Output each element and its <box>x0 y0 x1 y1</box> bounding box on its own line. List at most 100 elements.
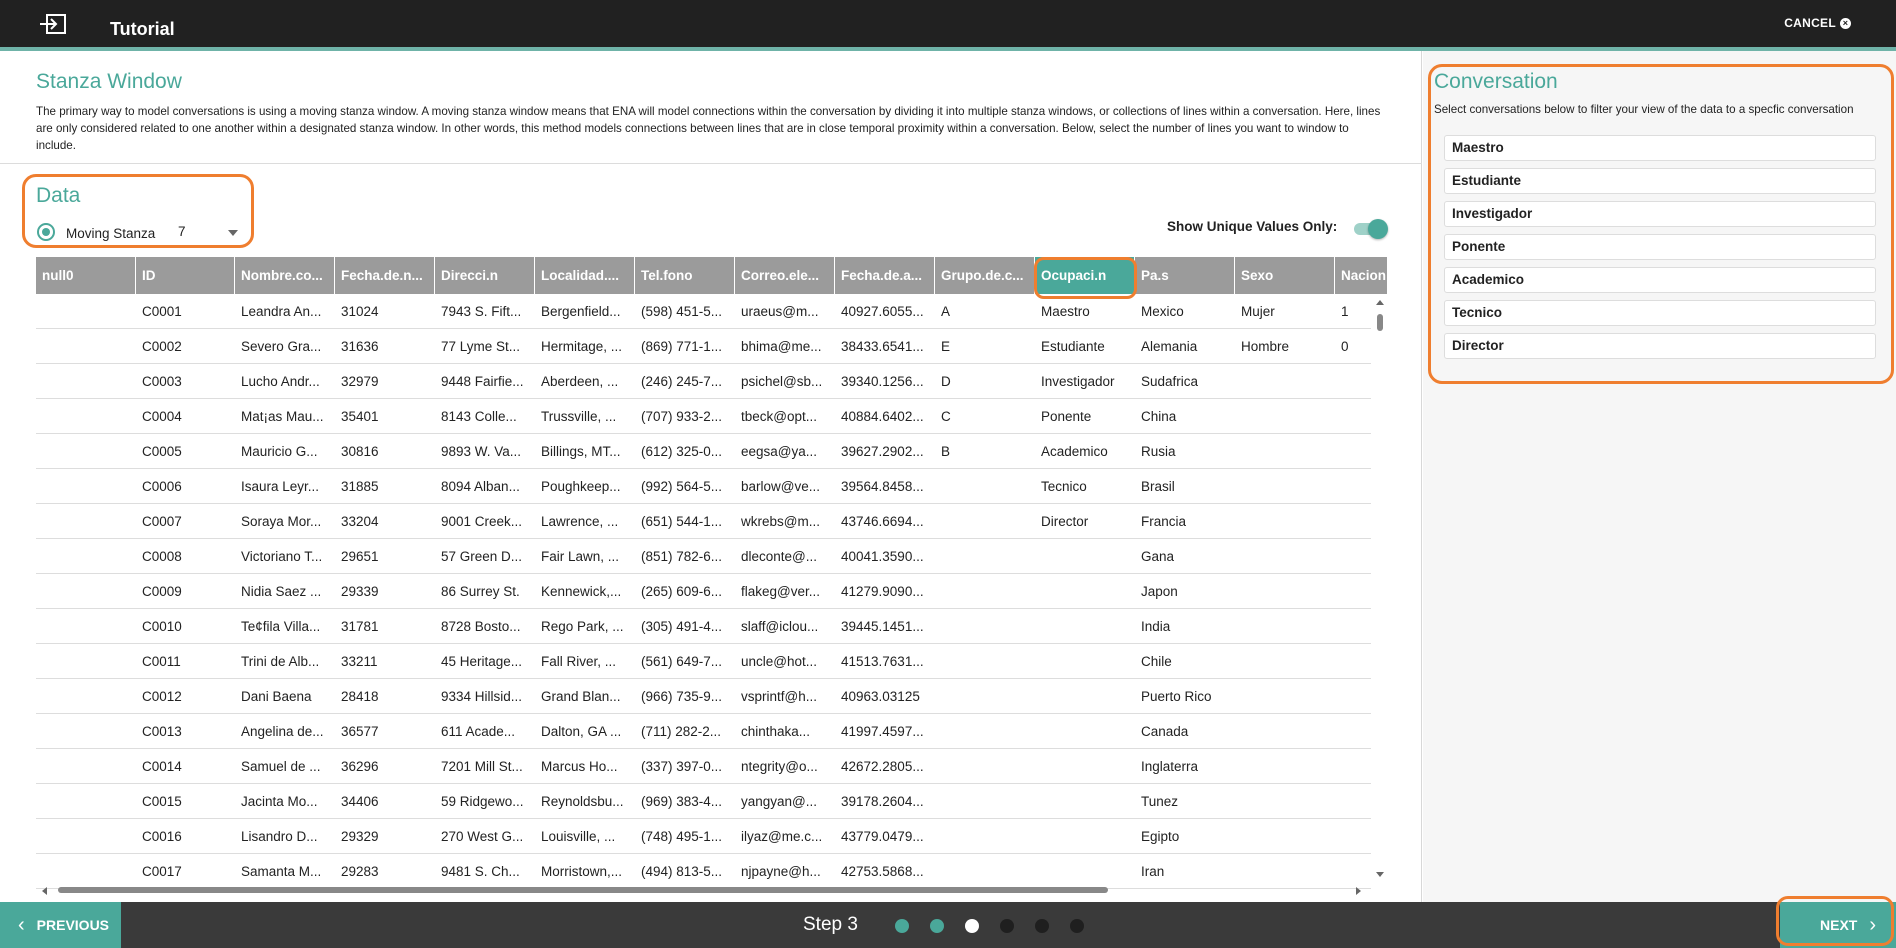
table-cell <box>36 679 136 714</box>
conversation-item-ponente[interactable]: Ponente <box>1444 234 1876 260</box>
table-cell <box>1035 539 1135 574</box>
conversation-item-director[interactable]: Director <box>1444 333 1876 359</box>
column-header-fecha-de-n[interactable]: Fecha.de.n... <box>335 257 435 294</box>
step-dot-6[interactable] <box>1070 919 1084 933</box>
table-cell: 33204 <box>341 514 379 529</box>
column-header-nombre-co[interactable]: Nombre.co... <box>235 257 335 294</box>
vertical-scroll-thumb[interactable] <box>1377 314 1383 331</box>
step-dot-5[interactable] <box>1035 919 1049 933</box>
table-cell <box>935 679 1035 714</box>
table-row[interactable]: C0008 Victoriano T... 29651 57 Green D... Fa… <box>36 539 1371 574</box>
column-header-correo-ele[interactable]: Correo.ele... <box>735 257 835 294</box>
column-header-grupo-de-c[interactable]: Grupo.de.c... <box>935 257 1035 294</box>
table-cell <box>36 644 136 679</box>
window-size-select[interactable]: 7 <box>178 223 240 243</box>
toggle-knob <box>1368 219 1388 239</box>
previous-button[interactable]: ‹ PREVIOUS <box>0 902 121 948</box>
table-cell: Mexico <box>1141 304 1184 319</box>
column-header-direcci-n[interactable]: Direcci.n <box>435 257 535 294</box>
table-cell <box>1035 714 1135 749</box>
scroll-left-icon[interactable] <box>42 887 47 895</box>
column-header-ocupaci-n[interactable]: Ocupaci.n <box>1035 257 1135 294</box>
table-row[interactable]: C0012 Dani Baena 28418 9334 Hillsid... Grand… <box>36 679 1371 714</box>
table-cell: chinthaka... <box>741 724 811 739</box>
table-row[interactable]: C0009 Nidia Saez ... 29339 86 Surrey St. Ken… <box>36 574 1371 609</box>
moving-stanza-radio[interactable] <box>37 223 55 241</box>
table-row[interactable]: C0004 Mat¡as Mau... 35401 8143 Colle... Trus… <box>36 399 1371 434</box>
table-row[interactable]: C0002 Severo Gra... 31636 77 Lyme St... Herm… <box>36 329 1371 364</box>
step-dot-3[interactable] <box>965 919 979 933</box>
table-cell: Gana <box>1141 549 1175 564</box>
table-row[interactable]: C0014 Samuel de ... 36296 7201 Mill St... Ma… <box>36 749 1371 784</box>
column-header-nacion[interactable]: Nacion <box>1335 257 1387 294</box>
table-row[interactable]: C0010 Te¢fila Villa... 31781 8728 Bosto... R… <box>36 609 1371 644</box>
table-cell <box>1035 609 1135 644</box>
table-cell: (598) 451-5... <box>641 304 723 319</box>
table-cell: (969) 383-4... <box>641 794 723 809</box>
table-cell: 77 Lyme St... <box>441 339 521 354</box>
table-cell: C0003 <box>142 374 182 389</box>
unique-values-toggle[interactable] <box>1352 219 1388 239</box>
table-cell: 41513.7631... <box>841 654 924 669</box>
table-row[interactable]: C0005 Mauricio G... 30816 9893 W. Va... Bill… <box>36 434 1371 469</box>
cancel-button[interactable]: CANCEL × <box>1784 16 1851 30</box>
table-cell: 30816 <box>341 444 379 459</box>
table-row[interactable]: C0003 Lucho Andr... 32979 9448 Fairfie... Ab… <box>36 364 1371 399</box>
step-dot-2[interactable] <box>930 919 944 933</box>
conversation-item-maestro[interactable]: Maestro <box>1444 135 1876 161</box>
conversation-item-academico[interactable]: Academico <box>1444 267 1876 293</box>
table-row[interactable]: C0011 Trini de Alb... 33211 45 Heritage... F… <box>36 644 1371 679</box>
table-cell: 31636 <box>341 339 379 354</box>
conversation-item-investigador[interactable]: Investigador <box>1444 201 1876 227</box>
exit-icon[interactable] <box>40 14 66 34</box>
scroll-down-icon[interactable] <box>1376 872 1384 877</box>
table-cell <box>935 749 1035 784</box>
table-cell: 8143 Colle... <box>441 409 517 424</box>
table-cell: 38433.6541... <box>841 339 924 354</box>
conversation-title: Conversation <box>1434 70 1558 93</box>
column-header-id[interactable]: ID <box>136 257 235 294</box>
column-header-sexo[interactable]: Sexo <box>1235 257 1335 294</box>
step-dot-4[interactable] <box>1000 919 1014 933</box>
table-row[interactable]: C0013 Angelina de... 36577 611 Acade... Dalt… <box>36 714 1371 749</box>
table-cell: 8094 Alban... <box>441 479 520 494</box>
conversation-item-estudiante[interactable]: Estudiante <box>1444 168 1876 194</box>
table-cell: A <box>941 304 951 319</box>
horizontal-scrollbar[interactable] <box>36 884 1371 896</box>
horizontal-scroll-thumb[interactable] <box>58 887 1108 893</box>
table-cell: C0015 <box>142 794 182 809</box>
table-cell: Nidia Saez ... <box>241 584 322 599</box>
scroll-up-icon[interactable] <box>1376 300 1384 305</box>
column-header-tel-fono[interactable]: Tel.fono <box>635 257 735 294</box>
table-row[interactable]: C0001 Leandra An... 31024 7943 S. Fift... Be… <box>36 294 1371 329</box>
scroll-right-icon[interactable] <box>1356 887 1361 895</box>
table-cell <box>1035 679 1135 714</box>
table-cell: Louisville, ... <box>541 829 616 844</box>
table-cell: yangyan@... <box>741 794 817 809</box>
next-button[interactable]: NEXT › <box>1780 902 1896 948</box>
table-cell: Aberdeen, ... <box>541 374 619 389</box>
table-cell: 270 West G... <box>441 829 524 844</box>
table-cell: C0008 <box>142 549 182 564</box>
conversation-item-tecnico[interactable]: Tecnico <box>1444 300 1876 326</box>
column-header-pa-s[interactable]: Pa.s <box>1135 257 1235 294</box>
step-dot-1[interactable] <box>895 919 909 933</box>
table-row[interactable]: C0007 Soraya Mor... 33204 9001 Creek... Lawr… <box>36 504 1371 539</box>
vertical-scrollbar[interactable] <box>1373 294 1387 884</box>
column-header-fecha-de-a[interactable]: Fecha.de.a... <box>835 257 935 294</box>
table-row[interactable]: C0015 Jacinta Mo... 34406 59 Ridgewo... Reyn… <box>36 784 1371 819</box>
table-row[interactable]: C0016 Lisandro D... 29329 270 West G... Loui… <box>36 819 1371 854</box>
table-cell: 7201 Mill St... <box>441 759 523 774</box>
table-cell: 43746.6694... <box>841 514 924 529</box>
table-cell <box>36 469 136 504</box>
column-header-localidad[interactable]: Localidad.... <box>535 257 635 294</box>
column-header-null0[interactable]: null0 <box>36 257 136 294</box>
table-cell: C0002 <box>142 339 182 354</box>
table-cell: Mauricio G... <box>241 444 318 459</box>
table-cell: E <box>941 339 951 354</box>
table-cell: C0013 <box>142 724 182 739</box>
table-cell: psichel@sb... <box>741 374 823 389</box>
table-cell: flakeg@ver... <box>741 584 820 599</box>
table-cell: Rusia <box>1141 444 1176 459</box>
table-row[interactable]: C0006 Isaura Leyr... 31885 8094 Alban... Pou… <box>36 469 1371 504</box>
